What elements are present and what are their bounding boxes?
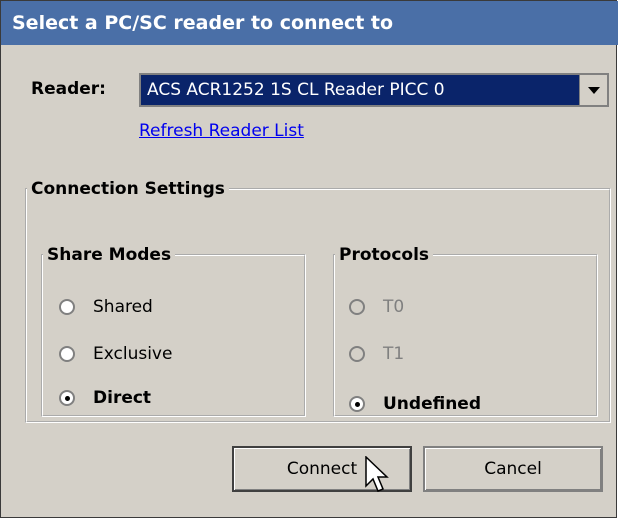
protocols-group: Protocols T0 T1 Undefined (333, 245, 598, 417)
radio-circle (349, 299, 365, 315)
radio-circle[interactable] (59, 299, 75, 315)
reader-label: Reader: (31, 79, 106, 99)
reader-select-value: ACS ACR1252 1S CL Reader PICC 0 (147, 80, 445, 100)
radio-t0: T0 (349, 297, 404, 317)
mouse-pointer-icon (365, 456, 389, 492)
radio-circle (349, 346, 365, 362)
radio-label: Undefined (383, 394, 482, 414)
radio-label: T1 (383, 344, 405, 364)
title-bar: Select a PC/SC reader to connect to (1, 1, 618, 45)
radio-label: T0 (383, 297, 405, 317)
radio-label: Exclusive (93, 344, 173, 364)
protocols-legend: Protocols (339, 245, 430, 265)
radio-circle-checked[interactable] (59, 390, 75, 406)
radio-t1: T1 (349, 344, 404, 364)
radio-circle[interactable] (59, 346, 75, 362)
connection-settings-group: Connection Settings Share Modes Shared E… (25, 179, 611, 423)
radio-shared[interactable]: Shared (59, 297, 153, 317)
radio-label: Direct (93, 388, 152, 408)
radio-label: Shared (93, 297, 153, 317)
share-modes-legend: Share Modes (47, 245, 172, 265)
radio-direct[interactable]: Direct (59, 388, 151, 408)
reader-select[interactable]: ACS ACR1252 1S CL Reader PICC 0 (139, 73, 609, 107)
radio-undefined[interactable]: Undefined (349, 394, 481, 414)
cancel-button[interactable]: Cancel (423, 446, 603, 492)
connection-settings-legend: Connection Settings (31, 179, 225, 199)
radio-circle-checked[interactable] (349, 396, 365, 412)
dialog-window: Select a PC/SC reader to connect to Read… (0, 0, 618, 518)
chevron-down-icon[interactable] (579, 75, 607, 105)
radio-exclusive[interactable]: Exclusive (59, 344, 172, 364)
share-modes-group: Share Modes Shared Exclusive Direct (41, 245, 306, 417)
refresh-reader-list-link[interactable]: Refresh Reader List (139, 121, 304, 141)
